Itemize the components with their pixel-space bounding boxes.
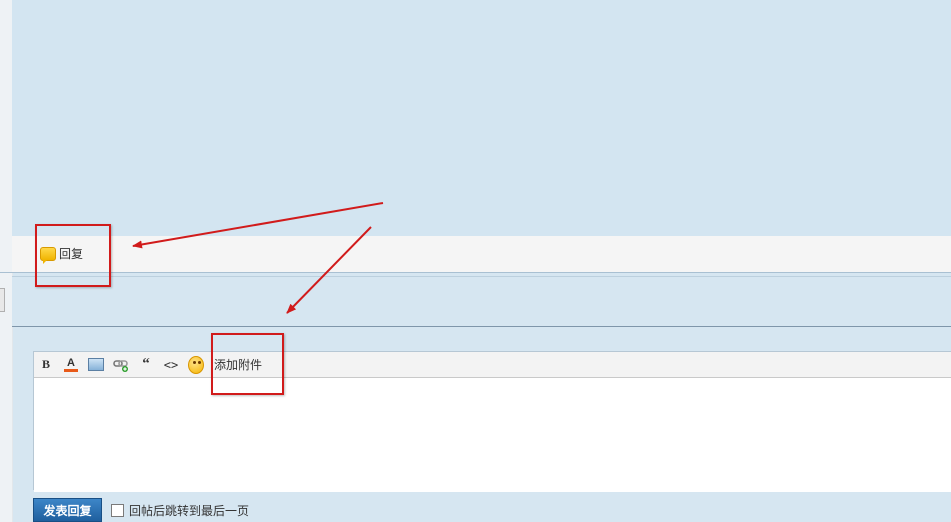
post-reply-button[interactable]: 发表回复 bbox=[33, 498, 102, 522]
font-color-letter: A bbox=[67, 356, 75, 369]
image-glyph bbox=[88, 358, 104, 371]
code-icon[interactable]: <> bbox=[163, 357, 179, 373]
reply-editor: B A “ <> 添加附件 bbox=[33, 351, 951, 492]
editor-toolbar: B A “ <> 添加附件 bbox=[34, 352, 951, 378]
font-color-icon[interactable]: A bbox=[63, 357, 79, 373]
link-icon[interactable] bbox=[113, 357, 129, 373]
jump-to-last-page-label: 回帖后跳转到最后一页 bbox=[129, 503, 250, 518]
smiley-face bbox=[188, 355, 204, 374]
divider bbox=[0, 272, 951, 273]
reply-bar: 回复 bbox=[12, 236, 951, 272]
smiley-icon[interactable] bbox=[188, 355, 204, 374]
highlight-box-reply bbox=[35, 224, 111, 287]
highlight-box-attachment bbox=[211, 333, 284, 395]
bold-icon[interactable]: B bbox=[38, 357, 54, 373]
image-icon[interactable] bbox=[88, 357, 104, 373]
title-band bbox=[12, 276, 951, 327]
quote-icon[interactable]: “ bbox=[138, 356, 154, 373]
jump-to-last-page-checkbox[interactable] bbox=[111, 503, 124, 517]
link-glyph bbox=[113, 359, 128, 372]
reply-textarea[interactable] bbox=[34, 378, 951, 492]
submit-row: 发表回复 回帖后跳转到最后一页 bbox=[33, 498, 249, 522]
color-bar bbox=[64, 368, 78, 372]
side-handle[interactable] bbox=[0, 288, 5, 312]
post-content-area bbox=[12, 0, 951, 236]
